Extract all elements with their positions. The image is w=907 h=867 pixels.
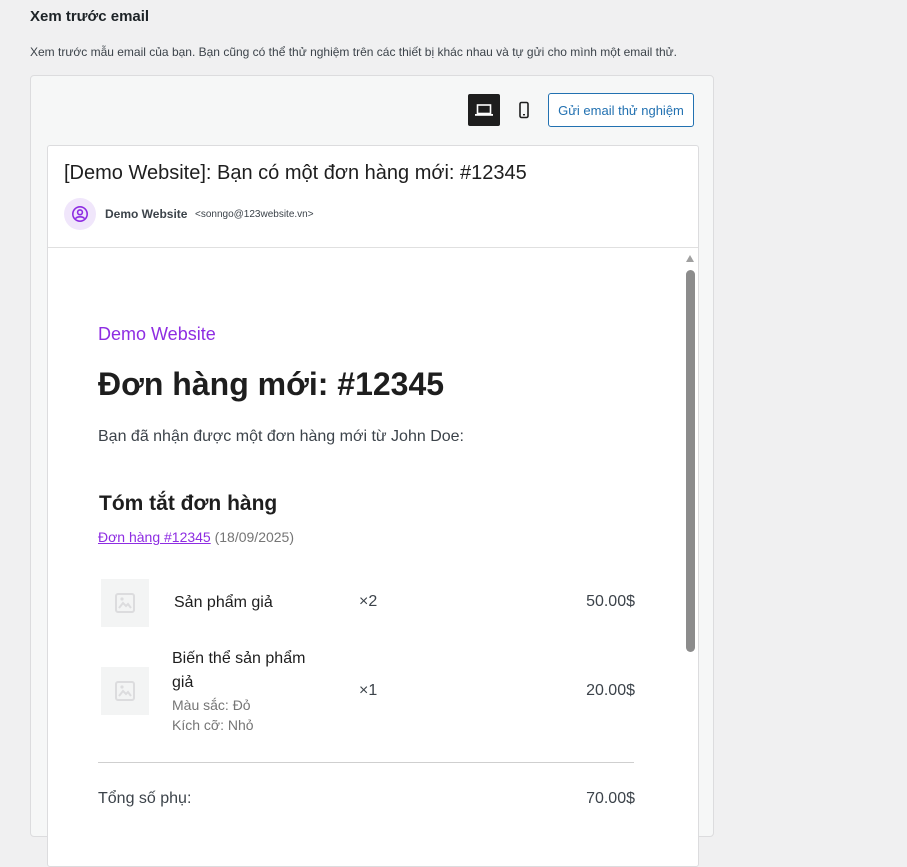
item-name: Sản phẩm giả [174,594,273,611]
section-title: Xem trước email [30,8,150,25]
desktop-preview-button[interactable] [468,94,500,126]
email-body: Demo Website Đơn hàng mới: #12345 Bạn đã… [48,248,698,866]
item-quantity: ×1 [359,682,378,699]
item-name-line2: giả [172,674,194,691]
item-quantity: ×2 [359,593,378,610]
email-intro: Bạn đã nhận được một đơn hàng mới từ Joh… [98,428,464,445]
email-header: [Demo Website]: Bạn có một đơn hàng mới:… [48,146,698,248]
smartphone-icon [519,101,529,119]
email-preview-panel: Gửi email thử nghiệm [Demo Website]: Bạn… [30,75,714,867]
sender-avatar [64,198,96,230]
scroll-up-arrow-icon[interactable] [686,255,694,262]
order-date: (18/09/2025) [214,529,295,545]
subtotal-value: 70.00$ [586,790,635,807]
product-thumbnail [101,579,149,627]
item-meta-size: Kích cỡ: Nhỏ [172,717,254,733]
divider [98,762,634,763]
order-summary-title: Tóm tắt đơn hàng [99,492,278,515]
user-circle-icon [72,206,88,222]
scrollbar-thumb[interactable] [686,270,695,652]
email-heading: Đơn hàng mới: #12345 [98,366,445,402]
order-link-line: Đơn hàng #12345 (18/09/2025) [98,529,294,545]
email-subject: [Demo Website]: Bạn có một đơn hàng mới:… [64,162,527,184]
email-preview-frame: [Demo Website]: Bạn có một đơn hàng mới:… [47,145,699,867]
order-link[interactable]: Đơn hàng #12345 [98,529,211,545]
product-thumbnail [101,667,149,715]
subtotal-label: Tổng số phụ: [98,790,192,807]
send-test-email-button[interactable]: Gửi email thử nghiệm [548,93,694,127]
laptop-icon [475,104,493,116]
store-name: Demo Website [98,324,216,344]
section-description: Xem trước mẫu email của bạn. Bạn cũng có… [30,45,678,59]
item-name-line1: Biến thể sản phẩm [172,650,306,667]
sender-email: <sonngo@123website.vn> [195,209,314,220]
image-placeholder-icon [115,593,135,613]
item-price: 50.00$ [586,593,635,610]
item-meta-color: Màu sắc: Đỏ [172,697,251,713]
image-placeholder-icon [115,681,135,701]
sender-name: Demo Website [105,207,188,221]
item-price: 20.00$ [586,682,635,699]
mobile-preview-button[interactable] [508,94,540,126]
